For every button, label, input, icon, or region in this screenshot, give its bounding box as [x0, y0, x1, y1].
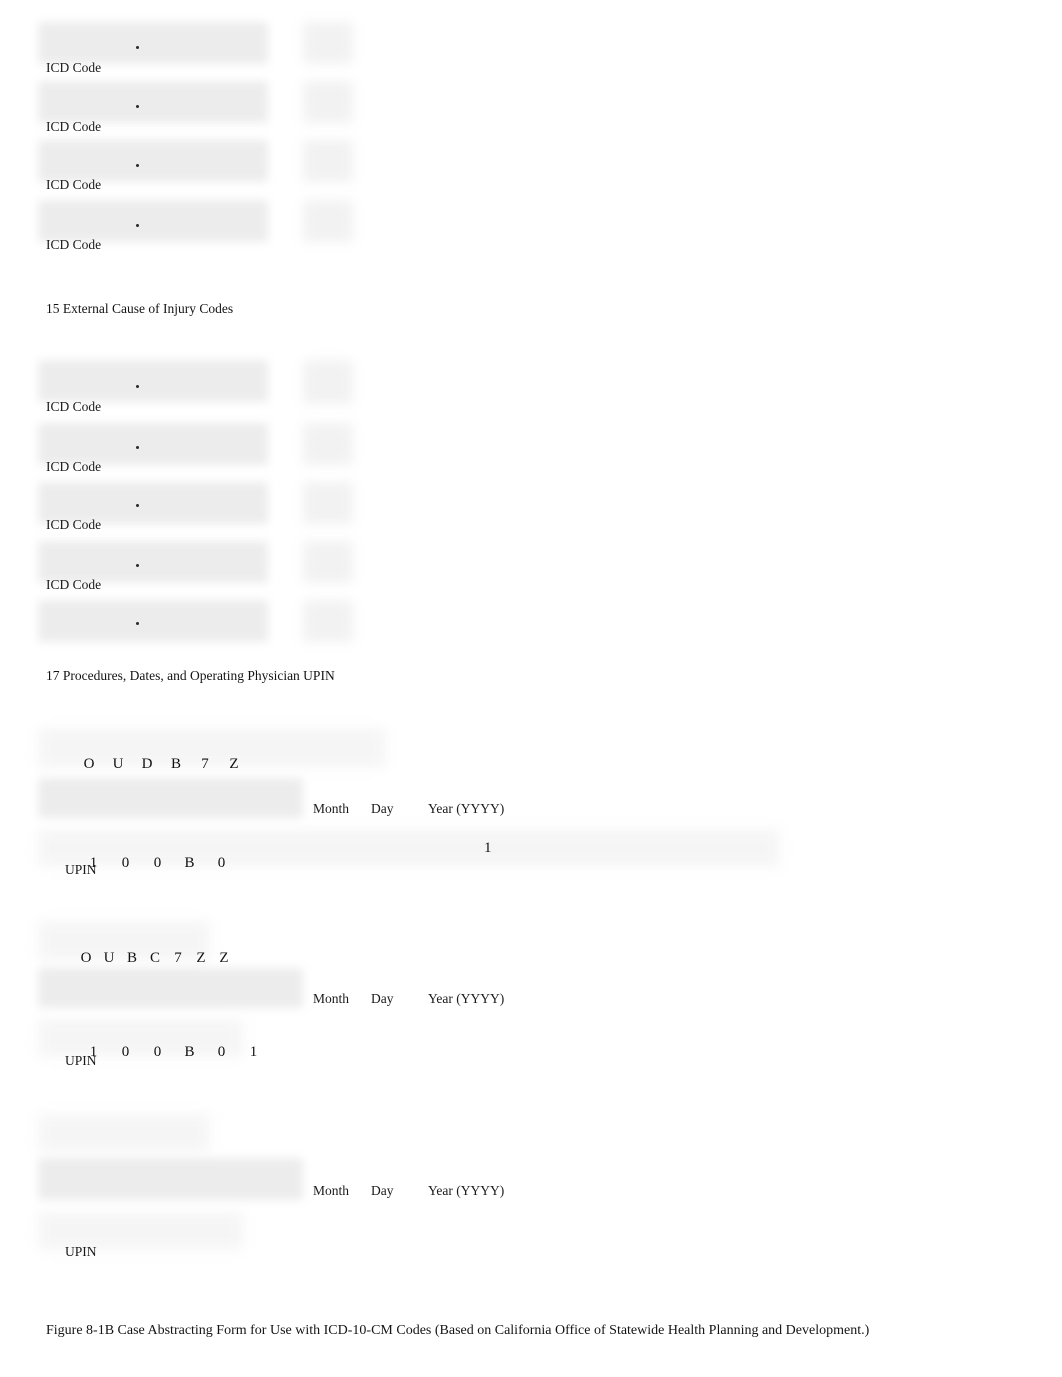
icd-code-label: ICD Code — [46, 237, 102, 252]
month-label: Month — [313, 991, 350, 1006]
upin-trailing-value: 1 — [484, 840, 492, 856]
figure-caption: Figure 8-1B Case Abstracting Form for Us… — [46, 1323, 870, 1338]
icd-code-label: ICD Code — [46, 177, 102, 192]
procedure-code-char: C — [149, 950, 160, 966]
icd-code-field-box[interactable] — [38, 200, 268, 242]
icd-code-flag-box[interactable] — [303, 600, 353, 642]
decimal-point-icon — [136, 224, 139, 227]
procedure-code-field-box[interactable] — [38, 1114, 210, 1152]
procedure-code-char: O — [80, 950, 92, 966]
year-label: Year (YYYY) — [428, 1183, 505, 1198]
icd-code-flag-box[interactable] — [303, 360, 353, 404]
upin-char: 0 — [121, 855, 130, 871]
section-15-heading: 15 External Cause of Injury Codes — [46, 301, 234, 316]
procedure-code-char: D — [141, 756, 153, 772]
upin-char: B — [184, 1044, 195, 1060]
icd-code-label: ICD Code — [46, 399, 102, 414]
decimal-point-icon — [136, 105, 139, 108]
upin-label: UPIN — [65, 1244, 97, 1259]
icd-code-field-box[interactable] — [38, 81, 268, 123]
procedure-date-labels: Month Day Year (YYYY) — [313, 992, 504, 1006]
procedure-code-char: Z — [229, 756, 239, 772]
procedure-date-field-box[interactable] — [38, 1158, 303, 1200]
decimal-point-icon — [136, 504, 139, 507]
procedure-date-field-box[interactable] — [38, 778, 303, 818]
upin-char: 0 — [153, 855, 162, 871]
procedure-code-char: Z — [196, 950, 206, 966]
procedure-code-char: B — [170, 756, 181, 772]
icd-code-field-box[interactable] — [38, 22, 268, 64]
month-label: Month — [313, 1183, 350, 1198]
icd-code-field-box[interactable] — [38, 140, 268, 182]
procedure-code-char: B — [126, 950, 137, 966]
icd-code-field-box[interactable] — [38, 360, 268, 402]
procedure-code-char: U — [103, 950, 115, 966]
icd-code-label: ICD Code — [46, 517, 102, 532]
icd-code-flag-box[interactable] — [303, 22, 353, 64]
icd-code-flag-box[interactable] — [303, 140, 353, 182]
year-label: Year (YYYY) — [428, 801, 505, 816]
upin-label: UPIN — [65, 862, 97, 877]
icd-code-label: ICD Code — [46, 119, 102, 134]
icd-code-label: ICD Code — [46, 459, 102, 474]
icd-code-flag-box[interactable] — [303, 200, 353, 242]
icd-code-flag-box[interactable] — [303, 482, 353, 524]
day-label: Day — [371, 991, 394, 1006]
icd-code-flag-box[interactable] — [303, 423, 353, 465]
month-label: Month — [313, 801, 350, 816]
procedure-date-labels: Month Day Year (YYYY) — [313, 1184, 504, 1198]
upin-char: 0 — [217, 1044, 226, 1060]
upin-label: UPIN — [65, 1053, 97, 1068]
procedure-code-char: U — [112, 756, 124, 772]
decimal-point-icon — [136, 46, 139, 49]
procedure-code-char: Z — [219, 950, 229, 966]
day-label: Day — [371, 801, 394, 816]
procedure-code-char: 7 — [201, 756, 209, 772]
decimal-point-icon — [136, 446, 139, 449]
icd-code-label: ICD Code — [46, 60, 102, 75]
icd-code-flag-box[interactable] — [303, 541, 353, 583]
procedure-date-field-box[interactable] — [38, 968, 303, 1008]
day-label: Day — [371, 1183, 394, 1198]
upin-char: B — [184, 855, 195, 871]
procedure-code-char: O — [83, 756, 95, 772]
upin-char: 0 — [153, 1044, 162, 1060]
upin-char: 0 — [121, 1044, 130, 1060]
icd-code-flag-box[interactable] — [303, 81, 353, 123]
upin-char: 1 — [249, 1044, 258, 1060]
section-17-heading: 17 Procedures, Dates, and Operating Phys… — [46, 668, 335, 683]
icd-code-label: ICD Code — [46, 577, 102, 592]
decimal-point-icon — [136, 164, 139, 167]
upin-char: 0 — [217, 855, 226, 871]
decimal-point-icon — [136, 564, 139, 567]
icd-code-field-box[interactable] — [38, 600, 268, 642]
document-page: ICD Code ICD Code ICD Code ICD Code 15 E… — [0, 0, 1062, 1377]
year-label: Year (YYYY) — [428, 991, 505, 1006]
decimal-point-icon — [136, 385, 139, 388]
procedure-code-char: 7 — [174, 950, 182, 966]
procedure-date-labels: Month Day Year (YYYY) — [313, 802, 504, 816]
decimal-point-icon — [136, 622, 139, 625]
